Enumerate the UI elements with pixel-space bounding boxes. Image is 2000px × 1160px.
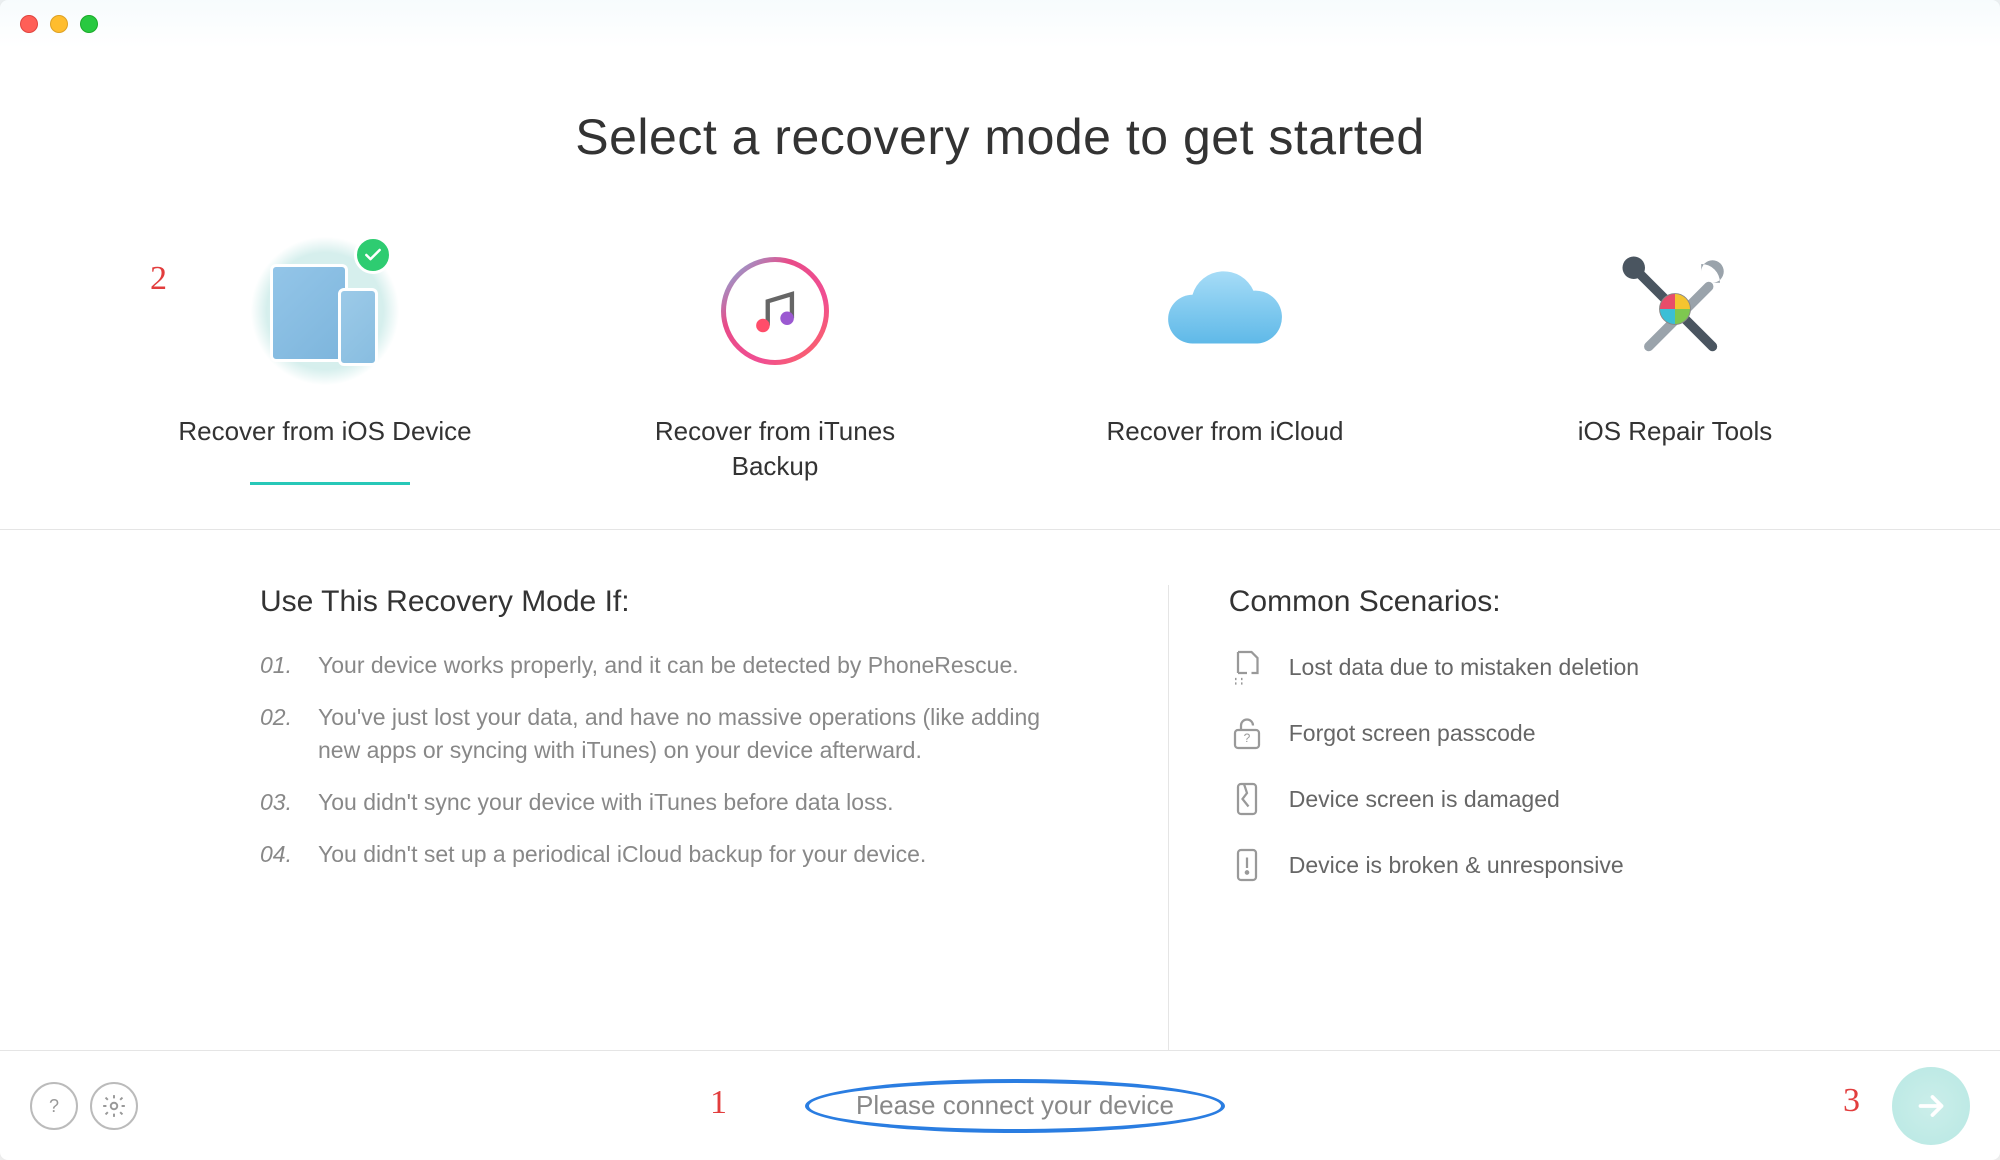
conditions-title: Use This Recovery Mode If: bbox=[260, 585, 1088, 619]
window-close-button[interactable] bbox=[20, 15, 38, 33]
svg-text:?: ? bbox=[1243, 731, 1250, 745]
condition-item: 02. You've just lost your data, and have… bbox=[260, 701, 1088, 765]
mode-repair-tools[interactable]: iOS Repair Tools bbox=[1510, 236, 1840, 449]
selected-mode-indicator bbox=[250, 482, 410, 485]
window-maximize-button[interactable] bbox=[80, 15, 98, 33]
mode-label: iOS Repair Tools bbox=[1578, 414, 1773, 449]
mode-label: Recover from iOS Device bbox=[178, 414, 471, 449]
icloud-icon bbox=[1150, 236, 1300, 386]
section-divider bbox=[0, 529, 2000, 530]
condition-text: You didn't set up a periodical iCloud ba… bbox=[318, 838, 926, 870]
warning-device-icon bbox=[1229, 847, 1265, 883]
condition-text: You've just lost your data, and have no … bbox=[318, 701, 1088, 765]
repair-tools-icon bbox=[1600, 236, 1750, 386]
scenario-item: Device is broken & unresponsive bbox=[1229, 847, 1820, 883]
footer-bar: ? Please connect your device bbox=[0, 1050, 2000, 1160]
condition-number: 03. bbox=[260, 786, 318, 818]
condition-number: 02. bbox=[260, 701, 318, 733]
annotation-marker-2: 2 bbox=[150, 260, 167, 298]
traffic-lights bbox=[20, 15, 98, 33]
itunes-icon bbox=[700, 236, 850, 386]
mode-details: Use This Recovery Mode If: 01. Your devi… bbox=[0, 530, 2000, 1050]
condition-number: 04. bbox=[260, 838, 318, 870]
scenario-text: Lost data due to mistaken deletion bbox=[1289, 654, 1639, 681]
condition-text: Your device works properly, and it can b… bbox=[318, 649, 1019, 681]
condition-text: You didn't sync your device with iTunes … bbox=[318, 786, 893, 818]
scenario-item: Lost data due to mistaken deletion bbox=[1229, 649, 1820, 685]
conditions-list: 01. Your device works properly, and it c… bbox=[260, 649, 1088, 870]
next-button[interactable] bbox=[1892, 1067, 1970, 1145]
page-title: Select a recovery mode to get started bbox=[0, 108, 2000, 166]
status-text: Please connect your device bbox=[856, 1090, 1174, 1120]
scenario-text: Forgot screen passcode bbox=[1289, 720, 1536, 747]
scenario-item: Device screen is damaged bbox=[1229, 781, 1820, 817]
ios-device-icon bbox=[250, 236, 400, 386]
broken-screen-icon bbox=[1229, 781, 1265, 817]
titlebar bbox=[0, 0, 2000, 48]
condition-item: 01. Your device works properly, and it c… bbox=[260, 649, 1088, 681]
scenario-text: Device is broken & unresponsive bbox=[1289, 852, 1624, 879]
lock-icon: ? bbox=[1229, 715, 1265, 751]
scenarios-list: Lost data due to mistaken deletion ? For… bbox=[1229, 649, 1820, 883]
help-button[interactable]: ? bbox=[30, 1082, 78, 1130]
mode-label: Recover from iCloud bbox=[1107, 414, 1344, 449]
condition-number: 01. bbox=[260, 649, 318, 681]
condition-item: 03. You didn't sync your device with iTu… bbox=[260, 786, 1088, 818]
mode-ios-device[interactable]: Recover from iOS Device bbox=[160, 236, 490, 449]
annotation-marker-3: 3 bbox=[1843, 1082, 1860, 1120]
recovery-modes: Recover from iOS Device Recover from iTu… bbox=[0, 236, 2000, 484]
condition-item: 04. You didn't set up a periodical iClou… bbox=[260, 838, 1088, 870]
mode-label: Recover from iTunes Backup bbox=[610, 414, 940, 484]
scenario-item: ? Forgot screen passcode bbox=[1229, 715, 1820, 751]
settings-button[interactable] bbox=[90, 1082, 138, 1130]
app-window: Select a recovery mode to get started Re… bbox=[0, 0, 2000, 1160]
scenarios-title: Common Scenarios: bbox=[1229, 585, 1820, 619]
scenario-text: Device screen is damaged bbox=[1289, 786, 1560, 813]
file-lost-icon bbox=[1229, 649, 1265, 685]
svg-text:?: ? bbox=[49, 1096, 59, 1116]
window-minimize-button[interactable] bbox=[50, 15, 68, 33]
selected-checkmark-icon bbox=[354, 236, 392, 274]
status-area: Please connect your device bbox=[138, 1086, 1892, 1125]
mode-icloud[interactable]: Recover from iCloud bbox=[1060, 236, 1390, 449]
mode-itunes-backup[interactable]: Recover from iTunes Backup bbox=[610, 236, 940, 484]
annotation-marker-1: 1 bbox=[710, 1084, 727, 1122]
